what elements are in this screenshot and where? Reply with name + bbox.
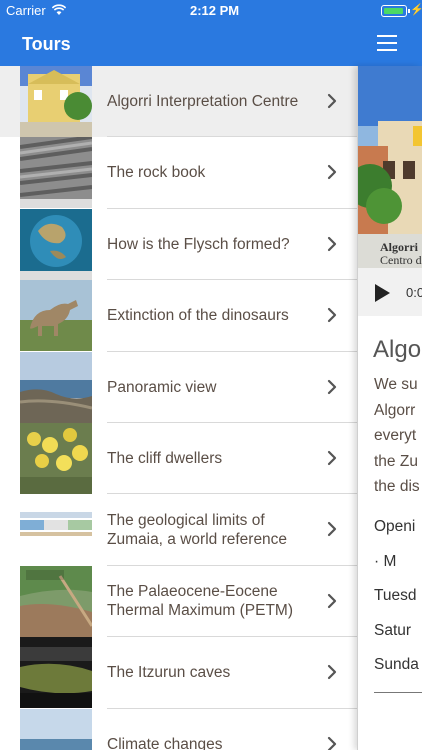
audio-player: 0:0 — [358, 268, 422, 316]
status-time: 2:12 PM — [190, 3, 240, 18]
status-bar: Carrier 2:12 PM ⚡ — [0, 0, 422, 22]
play-icon[interactable] — [375, 284, 390, 302]
charging-icon: ⚡ — [410, 4, 422, 16]
chevron-right-icon — [327, 379, 337, 394]
page-title: Tours — [22, 34, 71, 54]
tour-label: The Palaeocene-Eocene Thermal Maximum (P… — [107, 583, 294, 620]
hours-line: · M — [374, 552, 397, 570]
chevron-right-icon — [327, 165, 337, 180]
hours-line: Satur — [374, 621, 412, 639]
tour-row[interactable]: The Palaeocene-Eocene Thermal Maximum (P… — [0, 565, 357, 638]
paragraph-line: We su — [374, 376, 418, 393]
opening-hours: Openi · M Tuesd Satur Sunda — [374, 510, 419, 683]
hamburger-icon — [377, 35, 397, 37]
chevron-right-icon — [327, 450, 337, 466]
paragraph-line: the Zu — [374, 452, 418, 470]
tour-thumbnail — [20, 637, 92, 709]
divider — [374, 692, 422, 693]
hours-line: Openi — [374, 518, 416, 535]
detail-hero-image: Algorri Centro d — [358, 66, 422, 268]
tour-thumbnail — [20, 137, 92, 209]
tour-thumbnail — [20, 422, 92, 494]
tour-row[interactable]: The Itzurun caves — [0, 637, 357, 709]
paragraph-line: everyt — [374, 427, 417, 444]
tour-row[interactable]: How is the Flysch formed? — [0, 208, 357, 281]
tour-label: Algorri Interpretation Centre — [107, 93, 299, 110]
player-time: 0:0 — [406, 285, 422, 300]
chevron-right-icon — [327, 93, 337, 109]
tour-thumbnail — [20, 565, 92, 637]
tour-row[interactable]: Algorri Interpretation Centre — [0, 66, 357, 138]
carrier-label: Carrier — [6, 3, 46, 18]
detail-panel: Algorri Centro d 0:0 Algo We su Algorr eve… — [357, 66, 422, 750]
tour-row[interactable]: Extinction of the dinosaurs — [0, 280, 357, 352]
svg-text:Algorri: Algorri — [380, 240, 419, 254]
tour-thumbnail — [20, 280, 92, 352]
tour-row[interactable]: Panoramic view — [0, 351, 357, 423]
tour-label: Panoramic view — [107, 378, 217, 396]
tour-row[interactable]: The cliff dwellers — [0, 422, 357, 495]
chevron-right-icon — [327, 665, 337, 680]
battery-icon — [381, 5, 410, 17]
chevron-right-icon — [327, 522, 337, 537]
tour-label: The rock book — [107, 164, 206, 182]
paragraph-line: Algorr — [374, 401, 416, 419]
tour-label: Extinction of the dinosaurs — [107, 307, 289, 325]
menu-button[interactable] — [377, 35, 397, 51]
tour-thumbnail — [20, 494, 92, 566]
tour-row[interactable]: Climate changes — [0, 708, 357, 750]
detail-title: Algo — [373, 336, 422, 363]
detail-paragraph: We su Algorr everyt the Zu the dis — [374, 372, 420, 500]
svg-text:Centro d: Centro d — [380, 253, 422, 267]
tour-list: Algorri Interpretation Centre The rock bo… — [0, 66, 357, 750]
tour-row[interactable]: The geological limits of Zumaia, a world… — [0, 494, 357, 566]
app-screen: Carrier 2:12 PM ⚡ Tours Algorri Interpre… — [0, 0, 422, 750]
wifi-icon — [52, 4, 66, 15]
tour-label: The geological limits of Zumaia, a world… — [107, 511, 288, 548]
hours-line: Sunda — [374, 656, 419, 673]
tour-thumbnail — [20, 66, 92, 137]
tour-thumbnail — [20, 208, 92, 280]
chevron-right-icon — [327, 736, 337, 750]
tour-label: The cliff dwellers — [107, 449, 223, 467]
tour-thumbnail — [20, 708, 92, 750]
hours-line: Tuesd — [374, 587, 417, 604]
paragraph-line: the dis — [374, 478, 420, 495]
tour-label: Climate changes — [107, 735, 223, 750]
tour-label: The Itzurun caves — [107, 664, 231, 682]
navigation-bar: Tours — [0, 22, 422, 66]
tour-row[interactable]: The rock book — [0, 137, 357, 209]
tour-thumbnail — [20, 351, 92, 423]
chevron-right-icon — [327, 308, 337, 323]
chevron-right-icon — [327, 236, 337, 251]
tour-label: How is the Flysch formed? — [107, 235, 290, 253]
chevron-right-icon — [327, 593, 337, 608]
